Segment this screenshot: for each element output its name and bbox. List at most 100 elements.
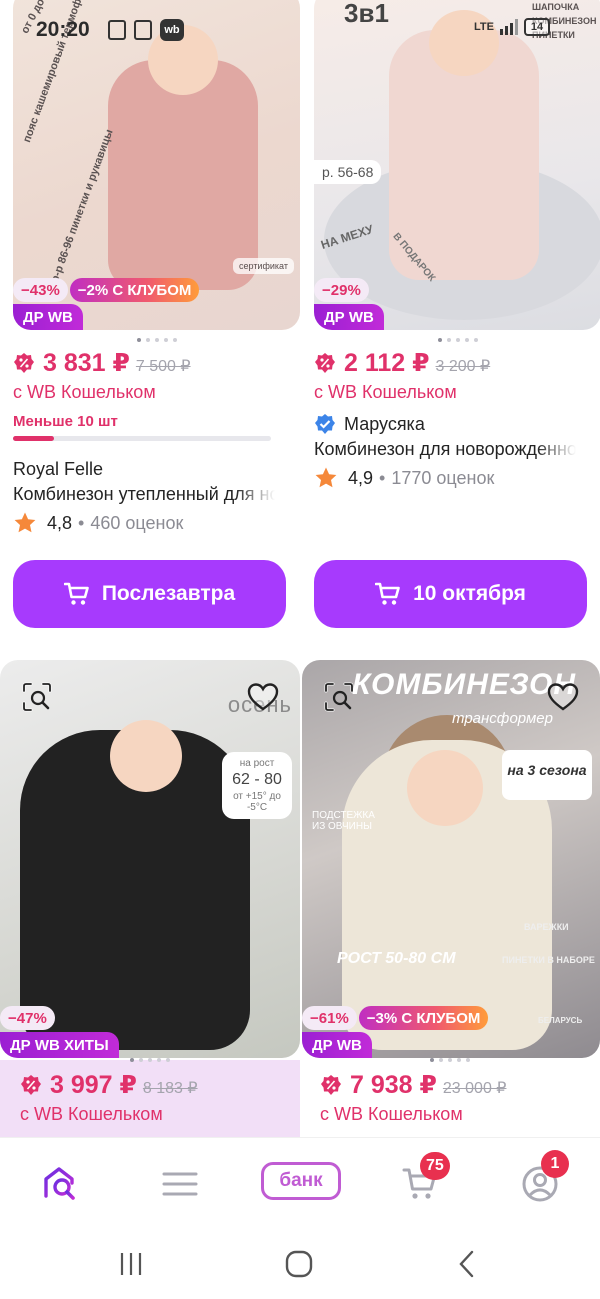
back-button[interactable] [447,1246,487,1282]
favorite-button[interactable] [546,680,580,714]
price-row: 2 112 ₽ 3 200 ₽ [314,348,600,378]
product-photo[interactable]: от 0 до -25°С, Утеплитель пояс кашемиров… [13,0,300,330]
home-button[interactable] [279,1246,319,1282]
photo-pager [314,338,600,342]
pager-dot [448,1058,452,1062]
heart-icon [247,683,279,711]
back-icon [459,1250,474,1278]
nav-home[interactable] [38,1162,82,1206]
product-image-face [407,750,483,826]
rating-value: 4,9 [348,467,374,488]
discount-icon [14,353,34,373]
rating-separator: • [379,467,386,488]
club-discount-badge: −2% С КЛУБОМ [69,278,200,302]
wallet-note: с WB Кошельком [320,1104,463,1124]
photo-size-note: на рост 62 - 80 от +15° до -5°С [222,752,292,819]
photo-pager [13,338,300,342]
product-info[interactable]: 7 938 ₽ 23 000 ₽ с WB Кошельком [302,1058,600,1138]
product-name[interactable]: Комбинезон утепленный для новорожденного [13,484,275,505]
old-price: 7 500 ₽ [135,358,191,375]
discount-badge: −61% [302,1006,357,1030]
product-photo[interactable]: 3в1 ШАПОЧКА КОМБИНЕЗОН ПИНЕТКИ р. 56-68 … [314,0,600,330]
price-row: 3 831 ₽ 7 500 ₽ [13,348,300,378]
pager-dot [166,1058,170,1062]
add-to-cart-button[interactable]: Послезавтра [13,560,286,628]
pager-dot [473,338,478,342]
pager-dot [457,1058,461,1062]
photo-caption: ШАПОЧКА [532,2,580,12]
photo-caption: ПОДСТЕЖКА ИЗ ОВЧИНЫ [312,810,375,832]
product-image-face [110,720,182,792]
badges: −61% −3% С КЛУБОМ ДР WB [302,1006,489,1058]
stock-bar-fill [13,436,55,441]
discount-badge: −43% [13,278,68,302]
badges: −43% −2% С КЛУБОМ ДР WB [13,278,200,330]
bottom-nav: банк 75 1 [0,1138,600,1226]
review-count: 460 оценок [90,512,184,533]
badges: −29% ДР WB [314,278,384,330]
screenshot-icon [134,20,152,40]
status-icons: wb [108,19,184,41]
pager-dot [437,338,442,342]
page: 20:20 wb LTE 14 от 0 до -25°С, Утеплител… [0,0,600,1299]
search-by-photo-button[interactable] [20,680,54,714]
notification-icon [108,20,126,40]
product-name[interactable]: Комбинезон для новорожденного [314,439,576,460]
profile-notification-badge: 1 [541,1150,569,1178]
photo-caption: р-р 86-96 пинетки и рукавицы [49,127,116,285]
pager-dot [466,1058,470,1062]
add-to-cart-button[interactable]: 10 октября [314,560,587,628]
photo-caption: на рост [239,758,275,769]
nav-catalog[interactable] [158,1162,202,1206]
discount-badge: −29% [314,278,369,302]
photo-pager [20,1058,280,1062]
old-price: 8 183 ₽ [142,1080,198,1097]
old-price: 23 000 ₽ [442,1080,507,1097]
heart-icon [547,683,579,711]
photo-caption: р. 56-68 [314,160,382,184]
promo-badge: ДР WB [314,304,384,330]
network-type: LTE [474,21,494,33]
pager-dot [464,338,469,342]
recent-apps-button[interactable] [111,1246,151,1282]
signal-icon [500,19,518,35]
brand-name[interactable]: Royal Felle [13,459,300,480]
pager-dot [139,1058,143,1062]
search-by-photo-button[interactable] [322,680,356,714]
review-count: 1770 оценок [391,467,495,488]
product-card[interactable]: 3в1 ШАПОЧКА КОМБИНЕЗОН ПИНЕТКИ р. 56-68 … [314,0,600,490]
brand-name: Марусяка [344,413,425,434]
status-bar: 20:20 wb LTE 14 [0,14,600,48]
delivery-date-label: 10 октября [413,582,526,605]
pager-dot [455,338,460,342]
price: 3 997 ₽ [50,1071,137,1099]
cart-icon [63,582,89,605]
product-card[interactable]: КОМБИНЕЗОН трансформер на 3 сезона ПОДСТ… [302,660,600,1058]
verified-icon [315,414,335,434]
stock-label: Меньше 10 шт [13,413,118,430]
product-info[interactable]: 3 997 ₽ 8 183 ₽ с WB Кошельком [0,1058,300,1138]
product-card[interactable]: осень на рост 62 - 80 от +15° до -5°С −4… [0,660,300,1058]
promo-badge: ДР WB ХИТЫ [0,1032,119,1058]
photo-caption: сертификат [233,258,294,274]
search-photo-icon [22,682,52,712]
system-nav [0,1226,600,1299]
photo-caption: от +15° до -5°С [233,791,281,813]
price: 2 112 ₽ [344,349,430,377]
pager-dot [446,338,451,342]
pager-dot [439,1058,443,1062]
cart-icon [375,582,400,605]
favorite-button[interactable] [246,680,280,714]
recent-apps-icon [120,1253,142,1275]
pager-dot [430,1058,434,1062]
star-icon [315,467,337,488]
product-card[interactable]: от 0 до -25°С, Утеплитель пояс кашемиров… [13,0,300,535]
product-photo[interactable]: осень на рост 62 - 80 от +15° до -5°С −4… [0,660,300,1058]
discount-icon [321,1075,341,1095]
product-photo[interactable]: КОМБИНЕЗОН трансформер на 3 сезона ПОДСТ… [302,660,600,1058]
nav-bank[interactable]: банк [261,1162,341,1200]
pager-dot [157,1058,161,1062]
photo-caption: КОМБИНЕЗОН [352,668,576,701]
promo-badge: ДР WB [13,304,83,330]
brand-row[interactable]: Марусяка [314,413,600,435]
